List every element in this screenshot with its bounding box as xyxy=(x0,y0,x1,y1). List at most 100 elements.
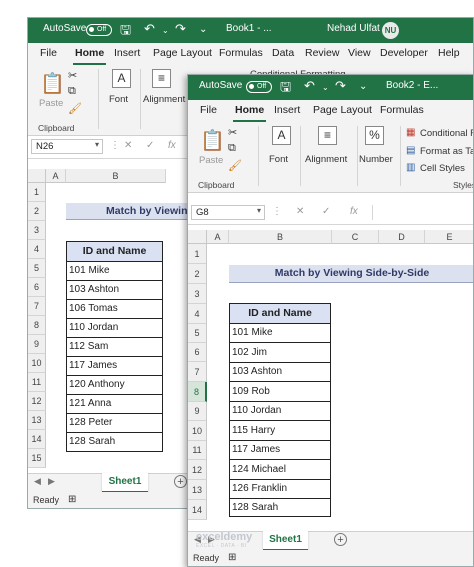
table-row[interactable]: 120 Anthony xyxy=(67,376,162,395)
table-row[interactable]: 126 Franklin xyxy=(230,480,330,499)
tab-file[interactable]: File xyxy=(40,47,57,59)
font-icon[interactable]: A xyxy=(272,126,291,145)
format-painter-icon[interactable]: 🖌 xyxy=(228,159,242,172)
sheet-title-cell[interactable]: Match by Viewing Side-by-Side xyxy=(229,265,473,283)
table-row[interactable]: 115 Harry xyxy=(230,421,330,441)
worksheet-grid[interactable]: A B C D E 1 2 3 4 5 6 7 8 9 10 11 12 13 … xyxy=(188,230,473,530)
table-row[interactable]: 112 Sam xyxy=(67,338,162,357)
copy-icon[interactable]: ⧉ xyxy=(68,85,76,98)
table-row[interactable]: 128 Peter xyxy=(67,414,162,433)
row-header[interactable]: 10 xyxy=(188,421,207,441)
row-header[interactable]: 1 xyxy=(188,244,207,264)
table-header[interactable]: ID and Name xyxy=(230,304,330,324)
name-box[interactable]: G8 ▾ xyxy=(191,205,265,220)
tab-help[interactable]: Help xyxy=(438,47,460,59)
row-header[interactable]: 3 xyxy=(188,284,207,304)
macro-record-icon[interactable]: ⊞ xyxy=(228,552,236,563)
tab-page-layout[interactable]: Page Layout xyxy=(153,47,212,59)
row-header[interactable]: 3 xyxy=(28,221,46,240)
table-row[interactable]: 101 Mike xyxy=(230,324,330,343)
cut-icon[interactable]: ✂ xyxy=(68,69,77,82)
table-row[interactable]: 117 James xyxy=(67,357,162,376)
data-table[interactable]: ID and Name 101 Mike 103 Ashton 106 Toma… xyxy=(66,241,163,452)
undo-icon[interactable]: ↶ xyxy=(144,21,155,37)
percent-icon[interactable]: % xyxy=(365,126,384,145)
save-icon[interactable]: 🖫 xyxy=(120,21,131,43)
table-row[interactable]: 101 Mike xyxy=(67,262,162,281)
copy-icon[interactable]: ⧉ xyxy=(228,142,236,155)
row-header[interactable]: 8 xyxy=(28,316,46,335)
row-header[interactable]: 11 xyxy=(188,441,207,460)
cell-styles-button[interactable]: Cell Styles xyxy=(420,163,465,174)
redo-icon[interactable]: ↷ xyxy=(335,78,346,94)
row-header[interactable]: 14 xyxy=(188,500,207,520)
row-header[interactable]: 14 xyxy=(28,430,46,449)
row-header[interactable]: 11 xyxy=(28,373,46,392)
alignment-group-label[interactable]: Alignment xyxy=(305,154,347,165)
save-icon[interactable]: 🖫 xyxy=(280,78,291,100)
column-header-d[interactable]: D xyxy=(379,230,425,244)
enter-icon[interactable]: ✓ xyxy=(322,206,330,217)
row-header[interactable]: 5 xyxy=(188,324,207,343)
select-all-corner[interactable] xyxy=(188,230,207,244)
font-group-label[interactable]: Font xyxy=(269,154,288,165)
column-header-a[interactable]: A xyxy=(46,169,66,183)
table-row[interactable]: 109 Rob xyxy=(230,382,330,402)
tab-scroll-right-icon[interactable]: ▶ xyxy=(48,476,55,487)
add-sheet-icon[interactable]: + xyxy=(334,533,347,546)
alignment-group-label[interactable]: Alignment xyxy=(143,94,185,105)
row-header[interactable]: 2 xyxy=(188,264,207,284)
macro-record-icon[interactable]: ⊞ xyxy=(68,494,76,505)
row-header[interactable]: 1 xyxy=(28,183,46,202)
table-row[interactable]: 128 Sarah xyxy=(67,433,162,452)
row-header[interactable]: 4 xyxy=(28,240,46,259)
column-header-e[interactable]: E xyxy=(425,230,473,244)
fx-icon[interactable]: fx xyxy=(168,140,176,151)
tab-data[interactable]: Data xyxy=(272,47,294,59)
chevron-down-icon[interactable]: ⌄ xyxy=(322,83,329,92)
tab-formulas[interactable]: Formulas xyxy=(380,104,424,116)
row-header[interactable]: 2 xyxy=(28,202,46,221)
tab-home[interactable]: Home xyxy=(232,104,267,122)
number-group-label[interactable]: Number xyxy=(359,154,393,165)
conditional-formatting-button[interactable]: Conditional F xyxy=(420,128,473,139)
table-row[interactable]: 110 Jordan xyxy=(230,402,330,421)
table-row[interactable]: 128 Sarah xyxy=(230,499,330,518)
undo-icon[interactable]: ↶ xyxy=(304,78,315,94)
formula-input[interactable] xyxy=(372,205,473,220)
tab-formulas[interactable]: Formulas xyxy=(219,47,263,59)
table-header[interactable]: ID and Name xyxy=(67,242,162,262)
qat-more-icon[interactable]: ⌄ xyxy=(199,24,207,35)
row-header-selected[interactable]: 8 xyxy=(188,382,207,402)
alignment-icon[interactable]: ≡ xyxy=(318,126,337,145)
table-row[interactable]: 110 Jordan xyxy=(67,319,162,338)
row-header[interactable]: 12 xyxy=(188,460,207,480)
row-header[interactable]: 10 xyxy=(28,354,46,373)
font-icon[interactable]: A xyxy=(112,69,131,88)
row-header[interactable]: 6 xyxy=(28,278,46,297)
table-row[interactable]: 103 Ashton xyxy=(230,363,330,382)
format-as-table-button[interactable]: Format as Tab xyxy=(420,146,473,157)
column-header-a[interactable]: A xyxy=(207,230,229,244)
format-table-icon[interactable]: ▤ xyxy=(406,145,415,156)
tab-home[interactable]: Home xyxy=(72,47,107,65)
select-all-corner[interactable] xyxy=(28,169,46,183)
font-group-label[interactable]: Font xyxy=(109,94,128,105)
autosave-toggle[interactable]: Off xyxy=(86,24,112,36)
sheet-title-cell[interactable]: Match by Viewing Side-by-Side xyxy=(66,203,206,220)
avatar[interactable]: NU xyxy=(382,22,399,39)
row-header[interactable]: 9 xyxy=(188,402,207,421)
cut-icon[interactable]: ✂ xyxy=(228,126,237,139)
data-table[interactable]: ID and Name 101 Mike 102 Jim 103 Ashton … xyxy=(229,303,331,517)
tab-insert[interactable]: Insert xyxy=(274,104,300,116)
tab-scroll-left-icon[interactable]: ◀ xyxy=(34,476,41,487)
format-painter-icon[interactable]: 🖌 xyxy=(68,102,82,115)
tab-file[interactable]: File xyxy=(200,104,217,116)
qat-more-icon[interactable]: ⌄ xyxy=(359,81,367,92)
tab-view[interactable]: View xyxy=(348,47,371,59)
table-row[interactable]: 102 Jim xyxy=(230,343,330,363)
row-header[interactable]: 15 xyxy=(28,449,46,468)
paste-icon[interactable]: 📋 xyxy=(200,128,225,153)
sheet-tab-sheet1[interactable]: Sheet1 xyxy=(263,531,308,551)
cancel-icon[interactable]: ✕ xyxy=(124,140,132,151)
